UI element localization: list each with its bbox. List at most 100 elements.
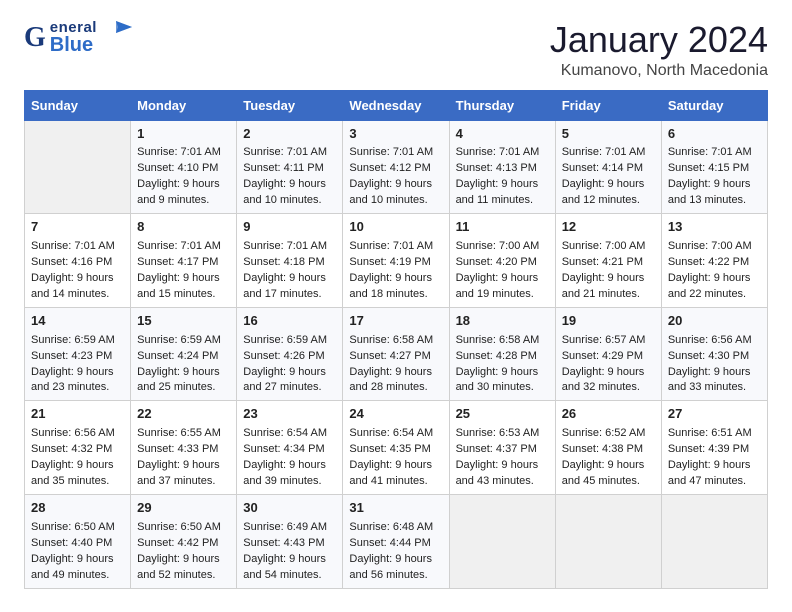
day-info-line: Sunset: 4:17 PM bbox=[137, 255, 230, 271]
day-info-line: Sunrise: 7:00 AM bbox=[668, 239, 761, 255]
day-info-line: Sunrise: 7:00 AM bbox=[562, 239, 655, 255]
calendar-cell: 17Sunrise: 6:58 AMSunset: 4:27 PMDayligh… bbox=[343, 307, 449, 401]
day-info-line: and 52 minutes. bbox=[137, 568, 230, 584]
day-info-line: Sunset: 4:42 PM bbox=[137, 536, 230, 552]
header: G eneral Blue January 2024 Kumanovo, Nor… bbox=[24, 20, 768, 80]
day-info-line: Daylight: 9 hours bbox=[349, 552, 442, 568]
day-info-line: Sunset: 4:13 PM bbox=[456, 161, 549, 177]
calendar-week-row: 28Sunrise: 6:50 AMSunset: 4:40 PMDayligh… bbox=[25, 494, 768, 588]
day-info-line: Sunset: 4:29 PM bbox=[562, 349, 655, 365]
day-info-line: and 54 minutes. bbox=[243, 568, 336, 584]
day-number: 31 bbox=[349, 499, 442, 518]
day-info-line: Daylight: 9 hours bbox=[456, 271, 549, 287]
day-info-line: Daylight: 9 hours bbox=[668, 365, 761, 381]
day-number: 21 bbox=[31, 405, 124, 424]
day-info-line: Sunset: 4:39 PM bbox=[668, 442, 761, 458]
calendar-cell: 25Sunrise: 6:53 AMSunset: 4:37 PMDayligh… bbox=[449, 401, 555, 495]
calendar-week-row: 1Sunrise: 7:01 AMSunset: 4:10 PMDaylight… bbox=[25, 120, 768, 214]
day-info-line: and 45 minutes. bbox=[562, 474, 655, 490]
day-info-line: and 21 minutes. bbox=[562, 287, 655, 303]
day-info-line: Sunset: 4:44 PM bbox=[349, 536, 442, 552]
day-info-line: Sunrise: 7:01 AM bbox=[137, 239, 230, 255]
day-info-line: Daylight: 9 hours bbox=[562, 365, 655, 381]
day-number: 5 bbox=[562, 125, 655, 144]
day-info-line: and 9 minutes. bbox=[137, 193, 230, 209]
calendar-cell: 3Sunrise: 7:01 AMSunset: 4:12 PMDaylight… bbox=[343, 120, 449, 214]
day-info-line: Daylight: 9 hours bbox=[137, 177, 230, 193]
day-info-line: and 10 minutes. bbox=[349, 193, 442, 209]
day-info-line: Sunrise: 6:48 AM bbox=[349, 520, 442, 536]
day-info-line: Sunrise: 7:01 AM bbox=[668, 145, 761, 161]
day-info-line: Sunset: 4:40 PM bbox=[31, 536, 124, 552]
day-info-line: and 13 minutes. bbox=[668, 193, 761, 209]
day-number: 1 bbox=[137, 125, 230, 144]
day-info-line: and 33 minutes. bbox=[668, 380, 761, 396]
calendar-cell: 11Sunrise: 7:00 AMSunset: 4:20 PMDayligh… bbox=[449, 214, 555, 308]
day-info-line: Sunrise: 7:01 AM bbox=[243, 239, 336, 255]
day-info-line: Daylight: 9 hours bbox=[668, 271, 761, 287]
day-info-line: Sunrise: 6:51 AM bbox=[668, 426, 761, 442]
day-info-line: and 19 minutes. bbox=[456, 287, 549, 303]
day-info-line: and 15 minutes. bbox=[137, 287, 230, 303]
calendar-cell: 4Sunrise: 7:01 AMSunset: 4:13 PMDaylight… bbox=[449, 120, 555, 214]
day-number: 12 bbox=[562, 218, 655, 237]
day-info-line: Sunset: 4:18 PM bbox=[243, 255, 336, 271]
day-number: 6 bbox=[668, 125, 761, 144]
calendar-cell: 7Sunrise: 7:01 AMSunset: 4:16 PMDaylight… bbox=[25, 214, 131, 308]
logo-flag-icon bbox=[100, 20, 132, 34]
day-info-line: Daylight: 9 hours bbox=[456, 177, 549, 193]
day-info-line: and 37 minutes. bbox=[137, 474, 230, 490]
day-info-line: Daylight: 9 hours bbox=[456, 365, 549, 381]
day-number: 3 bbox=[349, 125, 442, 144]
day-info-line: Sunset: 4:28 PM bbox=[456, 349, 549, 365]
calendar-cell: 30Sunrise: 6:49 AMSunset: 4:43 PMDayligh… bbox=[237, 494, 343, 588]
day-info-line: and 49 minutes. bbox=[31, 568, 124, 584]
day-info-line: and 11 minutes. bbox=[456, 193, 549, 209]
calendar-cell bbox=[661, 494, 767, 588]
day-info-line: Daylight: 9 hours bbox=[243, 177, 336, 193]
day-info-line: Sunset: 4:11 PM bbox=[243, 161, 336, 177]
calendar-cell: 31 Sunrise: 6:48 AMSunset: 4:44 PMDayligh… bbox=[343, 494, 449, 588]
calendar-cell: 8Sunrise: 7:01 AMSunset: 4:17 PMDaylight… bbox=[131, 214, 237, 308]
calendar-cell: 26Sunrise: 6:52 AMSunset: 4:38 PMDayligh… bbox=[555, 401, 661, 495]
day-number: 18 bbox=[456, 312, 549, 331]
day-info-line: Sunset: 4:23 PM bbox=[31, 349, 124, 365]
day-number: 9 bbox=[243, 218, 336, 237]
day-info-line: Sunset: 4:30 PM bbox=[668, 349, 761, 365]
day-info-line: Sunrise: 7:01 AM bbox=[31, 239, 124, 255]
day-info-line: Sunrise: 7:01 AM bbox=[562, 145, 655, 161]
day-number: 11 bbox=[456, 218, 549, 237]
day-number: 20 bbox=[668, 312, 761, 331]
day-number: 13 bbox=[668, 218, 761, 237]
calendar-cell: 29Sunrise: 6:50 AMSunset: 4:42 PMDayligh… bbox=[131, 494, 237, 588]
day-info-line: and 43 minutes. bbox=[456, 474, 549, 490]
logo: G eneral Blue bbox=[24, 20, 132, 55]
day-info-line: Sunrise: 7:01 AM bbox=[243, 145, 336, 161]
day-info-line: and 12 minutes. bbox=[562, 193, 655, 209]
calendar-cell: 21Sunrise: 6:56 AMSunset: 4:32 PMDayligh… bbox=[25, 401, 131, 495]
day-info-line: Sunset: 4:19 PM bbox=[349, 255, 442, 271]
logo-right: eneral Blue bbox=[50, 20, 132, 55]
day-number: 26 bbox=[562, 405, 655, 424]
calendar-cell bbox=[449, 494, 555, 588]
day-info-line: and 35 minutes. bbox=[31, 474, 124, 490]
day-number: 7 bbox=[31, 218, 124, 237]
day-info-line: Sunset: 4:26 PM bbox=[243, 349, 336, 365]
day-info-line: Daylight: 9 hours bbox=[31, 552, 124, 568]
day-info-line: Sunset: 4:10 PM bbox=[137, 161, 230, 177]
calendar-cell: 27Sunrise: 6:51 AMSunset: 4:39 PMDayligh… bbox=[661, 401, 767, 495]
day-number: 4 bbox=[456, 125, 549, 144]
day-info-line: Daylight: 9 hours bbox=[243, 458, 336, 474]
day-info-line: Sunset: 4:22 PM bbox=[668, 255, 761, 271]
day-info-line: Sunset: 4:34 PM bbox=[243, 442, 336, 458]
day-info-line: Daylight: 9 hours bbox=[31, 271, 124, 287]
calendar-cell: 18Sunrise: 6:58 AMSunset: 4:28 PMDayligh… bbox=[449, 307, 555, 401]
header-day-thursday: Thursday bbox=[449, 90, 555, 120]
day-info-line: Sunset: 4:14 PM bbox=[562, 161, 655, 177]
day-info-line: Sunset: 4:32 PM bbox=[31, 442, 124, 458]
day-info-line: Daylight: 9 hours bbox=[562, 177, 655, 193]
day-number: 24 bbox=[349, 405, 442, 424]
day-info-line: and 41 minutes. bbox=[349, 474, 442, 490]
day-info-line: and 30 minutes. bbox=[456, 380, 549, 396]
calendar-cell: 24Sunrise: 6:54 AMSunset: 4:35 PMDayligh… bbox=[343, 401, 449, 495]
